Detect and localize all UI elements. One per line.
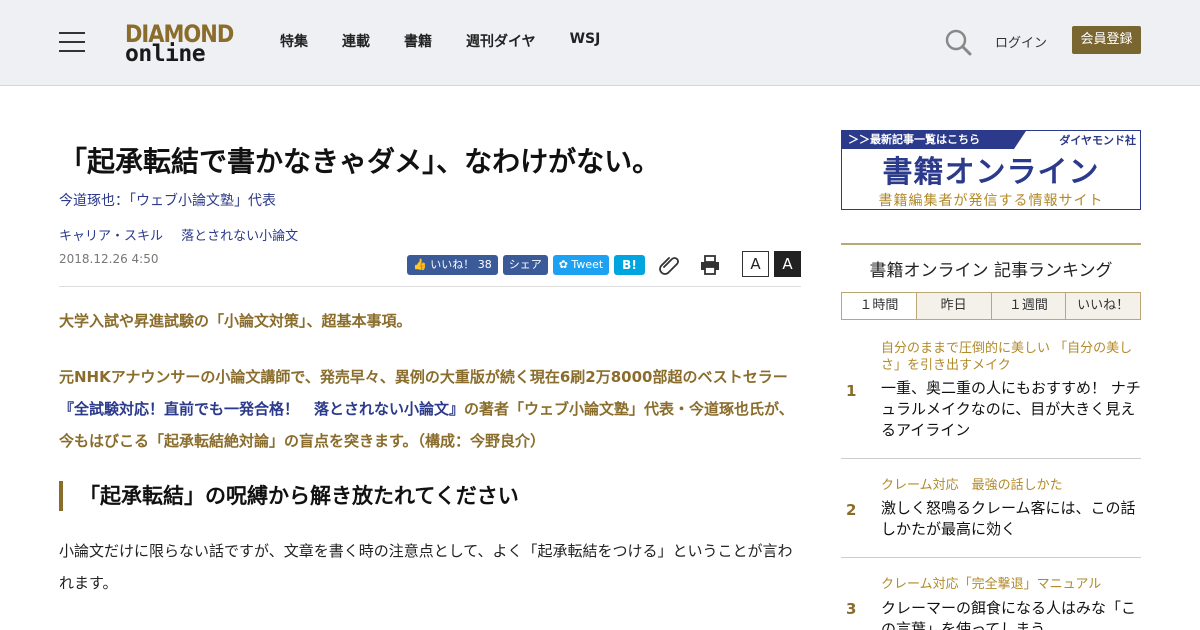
nav-item-wsj[interactable]: WSJ [570, 31, 601, 51]
tweet-label: Tweet [571, 258, 604, 271]
ranking-item-3[interactable]: 3 クレーム対応「完全撃退」マニュアル クレーマーの餌食になる人はみな「この言葉… [841, 576, 1141, 630]
lead-intro: 元NHKアナウンサーの小論文講師で、発売早々、異例の大重版が続く現在6刷2万80… [59, 361, 801, 457]
ranking-title: 書籍オンライン 記事ランキング [869, 261, 1113, 281]
print-icon[interactable] [699, 254, 721, 276]
hamburger-icon[interactable] [59, 32, 85, 52]
rank-series: クレーム対応「完全撃退」マニュアル [881, 577, 1102, 592]
tab-1week[interactable]: １週間 [990, 293, 1066, 319]
facebook-share-button[interactable]: シェア [502, 255, 548, 275]
font-size-normal-button[interactable]: A [742, 251, 769, 277]
nav-item-weekly[interactable]: 週刊ダイヤ [466, 31, 536, 51]
share-bar: 👍 いいね！ 38 シェア ✿ Tweet B! [407, 255, 650, 275]
nav-item-tokushu[interactable]: 特集 [280, 31, 308, 51]
category-career[interactable]: キャリア・スキル [59, 229, 163, 244]
like-label: いいね！ [430, 258, 475, 271]
ranking-separator [841, 557, 1141, 558]
article-categories: キャリア・スキル 落とされない小論文 [59, 225, 312, 244]
thumbs-up-icon: 👍 [413, 258, 427, 271]
logo-bottom: online [125, 41, 206, 67]
rank-series: クレーム対応 最強の話しかた [881, 478, 1063, 493]
banner-title: 書籍オンライン [882, 155, 1100, 190]
rank-number: 1 [846, 382, 857, 400]
site-logo[interactable]: DIAMOND online [125, 20, 234, 67]
body-paragraph: 小論文だけに限らない話ですが、文章を書く時の注意点として、よく「起承転結をつける… [59, 542, 793, 592]
site-header: DIAMOND online 特集 連載 書籍 週刊ダイヤ WSJ ログイン 会… [0, 0, 1200, 86]
tab-1hour[interactable]: １時間 [842, 293, 916, 319]
banner-subtitle: 書籍編集者が発信する情報サイト [878, 193, 1104, 209]
category-series[interactable]: 落とされない小論文 [181, 229, 298, 244]
divider [59, 286, 801, 287]
ranking-tabs: １時間 昨日 １週間 いいね！ [841, 292, 1141, 320]
nav-item-rensai[interactable]: 連載 [342, 31, 370, 51]
register-button[interactable]: 会員登録 [1072, 26, 1141, 54]
ranking-separator [841, 458, 1141, 459]
search-icon[interactable] [944, 28, 972, 56]
nav-item-shoseki[interactable]: 書籍 [404, 31, 432, 51]
rank-headline: 一重、奥二重の人にもおすすめ！ ナチュラルメイクなのに、目が大きく見えるアイライ… [881, 379, 1141, 439]
tab-yesterday[interactable]: 昨日 [915, 293, 991, 319]
like-count: 38 [477, 258, 492, 271]
facebook-like-button[interactable]: 👍 いいね！ 38 [407, 255, 498, 275]
rank-headline: 激しく怒鳴るクレーム客には、この話しかたが最高に効く [881, 499, 1136, 538]
tweet-button[interactable]: ✿ Tweet [552, 255, 610, 275]
lead-summary: 大学入試や昇進試験の「小論文対策」、超基本事項。 [59, 312, 412, 330]
rank-headline: クレーマーの餌食になる人はみな「この言葉」を使ってしまう [881, 599, 1137, 630]
book-online-banner[interactable]: ＞＞最新記事一覧はこちら ダイヤモンド社 書籍オンライン 書籍編集者が発信する情… [841, 130, 1141, 210]
tab-likes[interactable]: いいね！ [1065, 293, 1140, 319]
lead-intro-pre: 元NHKアナウンサーの小論文講師で、発売早々、異例の大重版が続く現在6刷2万80… [59, 368, 788, 386]
article-date: 2018.12.26 4:50 [59, 252, 159, 266]
paperclip-icon[interactable] [659, 254, 681, 276]
ranking-divider [841, 243, 1141, 245]
section-heading: 「起承転結」の呪縛から解き放たれてください [59, 481, 801, 511]
rank-number: 2 [846, 501, 857, 519]
article-author[interactable]: 今道琢也：「ウェブ小論文塾」代表 [59, 190, 276, 210]
rank-series: 自分のままで圧倒的に美しい 「自分の美しさ」を引き出すメイク [881, 341, 1133, 373]
main-nav: 特集 連載 書籍 週刊ダイヤ WSJ [280, 31, 634, 51]
ranking-item-1[interactable]: 1 自分のままで圧倒的に美しい 「自分の美しさ」を引き出すメイク 一重、奥二重の… [841, 340, 1141, 440]
banner-publisher: ダイヤモンド社 [1059, 134, 1136, 147]
font-size-large-button[interactable]: A [774, 251, 801, 277]
article-title: 「起承転結で書かなきゃダメ」、なわけがない。 [59, 145, 661, 178]
rank-number: 3 [846, 600, 857, 618]
hatena-bookmark-button[interactable]: B! [614, 255, 645, 275]
login-link[interactable]: ログイン [995, 32, 1047, 51]
twitter-icon: ✿ [558, 258, 568, 271]
book-title-link[interactable]: 『全試験対応！直前でも一発合格！ 落とされない小論文』 [59, 400, 464, 418]
ranking-item-2[interactable]: 2 クレーム対応 最強の話しかた 激しく怒鳴るクレーム客には、この話しかたが最高… [841, 477, 1141, 547]
